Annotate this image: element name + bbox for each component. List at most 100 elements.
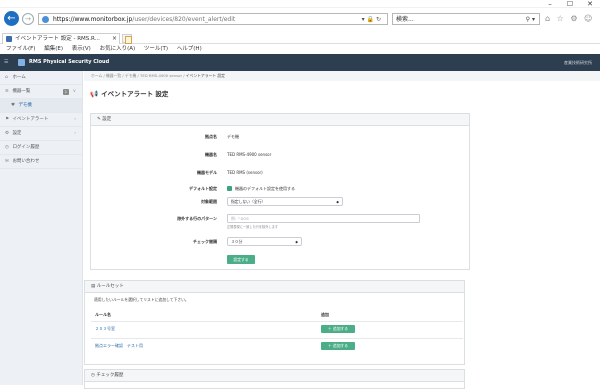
app-brand[interactable]: RMS Physical Security Cloud xyxy=(29,54,109,71)
page-title: 📢 イベントアラート 設定 xyxy=(90,88,168,98)
table-row: 拠点エラー確認 テスト用 ＋ 追加する xyxy=(91,338,463,351)
ruleset-panel: ▤ ルールセット 適用したいルールを選択してリストに追加して下さい。 ルール名 … xyxy=(84,280,465,365)
device-value: TED RMS-4900 sensor xyxy=(227,152,272,157)
sidebar-item-event-alert[interactable]: ⚑ イベントアラート › xyxy=(0,113,82,127)
breadcrumb-current: イベントアラート 設定 xyxy=(185,73,225,78)
window-controls: – ☐ ✕ xyxy=(540,0,600,8)
rule-name-link[interactable]: 拠点エラー確認 テスト用 xyxy=(95,339,143,352)
sidebar-item-label: 設定 xyxy=(12,131,22,136)
sidebar-item-label: イベントアラート xyxy=(12,117,49,122)
megaphone-icon: 📢 xyxy=(90,90,99,98)
new-tab-button[interactable] xyxy=(122,34,132,44)
browser-toolbar-icons[interactable]: ⌂ ☆ ⚙ ☺ xyxy=(545,14,594,23)
breadcrumb-separator: / xyxy=(122,73,124,78)
minimize-button[interactable]: – xyxy=(540,0,560,8)
target-label: 対象範囲 xyxy=(201,199,217,204)
check-interval-value: ３０分 xyxy=(231,239,243,244)
location-label: 拠点名 xyxy=(205,134,217,139)
model-label: 機器モデル xyxy=(197,170,217,175)
rule-name-link[interactable]: ２０３号室 xyxy=(95,322,115,335)
ruleset-panel-header: ▤ ルールセット xyxy=(85,281,464,293)
close-window-button[interactable]: ✕ xyxy=(580,0,600,8)
address-bar[interactable]: https://www.monitorbox.jp/user/devices/8… xyxy=(38,13,388,25)
breadcrumb-devices[interactable]: 機器一覧 xyxy=(106,73,121,78)
breadcrumb-demo[interactable]: デモ機 xyxy=(125,73,136,78)
sidebar-item-devices[interactable]: ≡ 機器一覧 1 ∨ xyxy=(0,85,82,99)
search-placeholder: 検索... xyxy=(396,16,414,23)
menu-help[interactable]: ヘルプ(H) xyxy=(177,46,202,52)
menu-tools[interactable]: ツール(T) xyxy=(144,46,168,52)
check-interval-select[interactable]: ３０分 ◆ xyxy=(227,237,302,246)
flag-icon: ⚑ xyxy=(5,117,10,122)
browser-tab[interactable]: イベントアラート 設定 - RMS.R... × xyxy=(2,33,120,44)
default-label: デフォルト設定 xyxy=(189,186,217,191)
mail-icon: ✉ xyxy=(5,159,9,164)
tab-close-icon[interactable]: × xyxy=(112,34,117,44)
sidebar-toggle-icon[interactable]: ☰ xyxy=(4,54,8,71)
table-row: ２０３号室 ＋ 追加する xyxy=(91,321,463,334)
breadcrumb-separator: / xyxy=(183,73,185,78)
target-range-value: 指定しない（全行） xyxy=(231,199,266,204)
menu-bar: ファイル(F) 編集(E) 表示(V) お気に入り(A) ツール(T) ヘルプ(… xyxy=(0,44,600,54)
device-label: 機器名 xyxy=(205,152,217,157)
menu-edit[interactable]: 編集(E) xyxy=(44,46,63,52)
sidebar-item-label: お問い合わせ xyxy=(12,159,40,164)
device-icon: ♥ xyxy=(11,103,16,108)
chevron-down-icon: ∨ xyxy=(72,89,76,94)
model-value: TED RMS (sensor) xyxy=(227,170,263,175)
breadcrumb-separator: / xyxy=(103,73,105,78)
back-button[interactable]: ← xyxy=(4,11,19,26)
add-rule-button[interactable]: ＋ 追加する xyxy=(321,342,355,350)
app-logo-icon xyxy=(18,59,25,66)
exclude-pattern-input[interactable]: 例: ^DOS xyxy=(227,214,420,223)
chevron-right-icon: › xyxy=(74,117,76,122)
organization-name[interactable]: 産業技術研究所 xyxy=(564,54,592,71)
target-range-select[interactable]: 指定しない（全行） ◆ xyxy=(227,197,343,206)
breadcrumb-home[interactable]: ホーム xyxy=(91,73,102,78)
app-navbar: ☰ RMS Physical Security Cloud 産業技術研究所 xyxy=(0,54,600,71)
field-row-location: 拠点名 デモ機 xyxy=(91,132,469,144)
ruleset-table: ルール名 追加 ２０３号室 ＋ 追加する 拠点エラー確認 テスト用 ＋ 追加する xyxy=(91,310,463,362)
col-rule-name: ルール名 xyxy=(95,312,111,317)
search-icon[interactable]: ⚲ ▾ xyxy=(526,14,535,25)
menu-view[interactable]: 表示(V) xyxy=(72,46,91,52)
window-titlebar: – ☐ ✕ xyxy=(0,0,600,8)
menu-favorites[interactable]: お気に入り(A) xyxy=(100,46,136,52)
sidebar-item-demo-device[interactable]: ♥ デモ機 xyxy=(0,99,82,113)
home-icon: ⌂ xyxy=(5,75,8,80)
url-lock-refresh-icon[interactable]: ▾ 🔒 ↻ xyxy=(362,14,381,24)
sidebar-item-home[interactable]: ⌂ ホーム xyxy=(0,71,82,85)
breadcrumb: ホーム / 機器一覧 / デモ機 / TED RMS-4900 sensor /… xyxy=(84,71,600,81)
sidebar-item-contact[interactable]: ✉ お問い合わせ xyxy=(0,155,82,169)
field-row-model: 機器モデル TED RMS (sensor) xyxy=(91,168,469,180)
clock-icon: ◷ xyxy=(5,145,9,150)
breadcrumb-device[interactable]: TED RMS-4900 sensor xyxy=(140,73,182,78)
clock-icon: ◷ xyxy=(91,373,95,378)
forward-button[interactable]: → xyxy=(22,13,34,25)
sidebar-item-label: 機器一覧 xyxy=(12,89,31,94)
maximize-button[interactable]: ☐ xyxy=(560,0,580,8)
ruleset-panel-title: ルールセット xyxy=(96,284,124,289)
sidebar-item-login-history[interactable]: ◷ ログイン履歴 xyxy=(0,141,82,155)
save-settings-button[interactable]: 設定する xyxy=(227,255,255,264)
sidebar-item-label: ホーム xyxy=(12,75,26,80)
col-add: 追加 xyxy=(321,312,329,317)
browser-search-input[interactable]: 検索... ⚲ ▾ xyxy=(392,13,540,25)
pattern-label: 除外する行のパターン xyxy=(177,216,217,221)
default-checkbox[interactable] xyxy=(227,185,232,191)
table-icon: ▤ xyxy=(91,284,96,289)
main-content: ホーム / 機器一覧 / デモ機 / TED RMS-4900 sensor /… xyxy=(84,71,600,389)
add-rule-button[interactable]: ＋ 追加する xyxy=(321,325,355,333)
menu-file[interactable]: ファイル(F) xyxy=(6,46,35,52)
field-row-default: デフォルト設定 機器のデフォルト設定を使用する xyxy=(91,184,469,196)
page-title-text: イベントアラート 設定 xyxy=(101,90,169,98)
device-count-badge: 1 xyxy=(62,89,69,95)
sidebar-item-label: デモ機 xyxy=(18,103,32,108)
edit-icon: ✎ xyxy=(97,117,101,122)
settings-panel-header: ✎ 設定 xyxy=(91,114,469,126)
default-checkbox-row[interactable]: 機器のデフォルト設定を使用する xyxy=(227,184,295,194)
chevron-right-icon: › xyxy=(74,131,76,136)
check-history-header: ◷ チェック履歴 xyxy=(85,370,464,382)
location-value: デモ機 xyxy=(227,134,239,139)
sidebar-item-settings[interactable]: ⚙ 設定 › xyxy=(0,127,82,141)
